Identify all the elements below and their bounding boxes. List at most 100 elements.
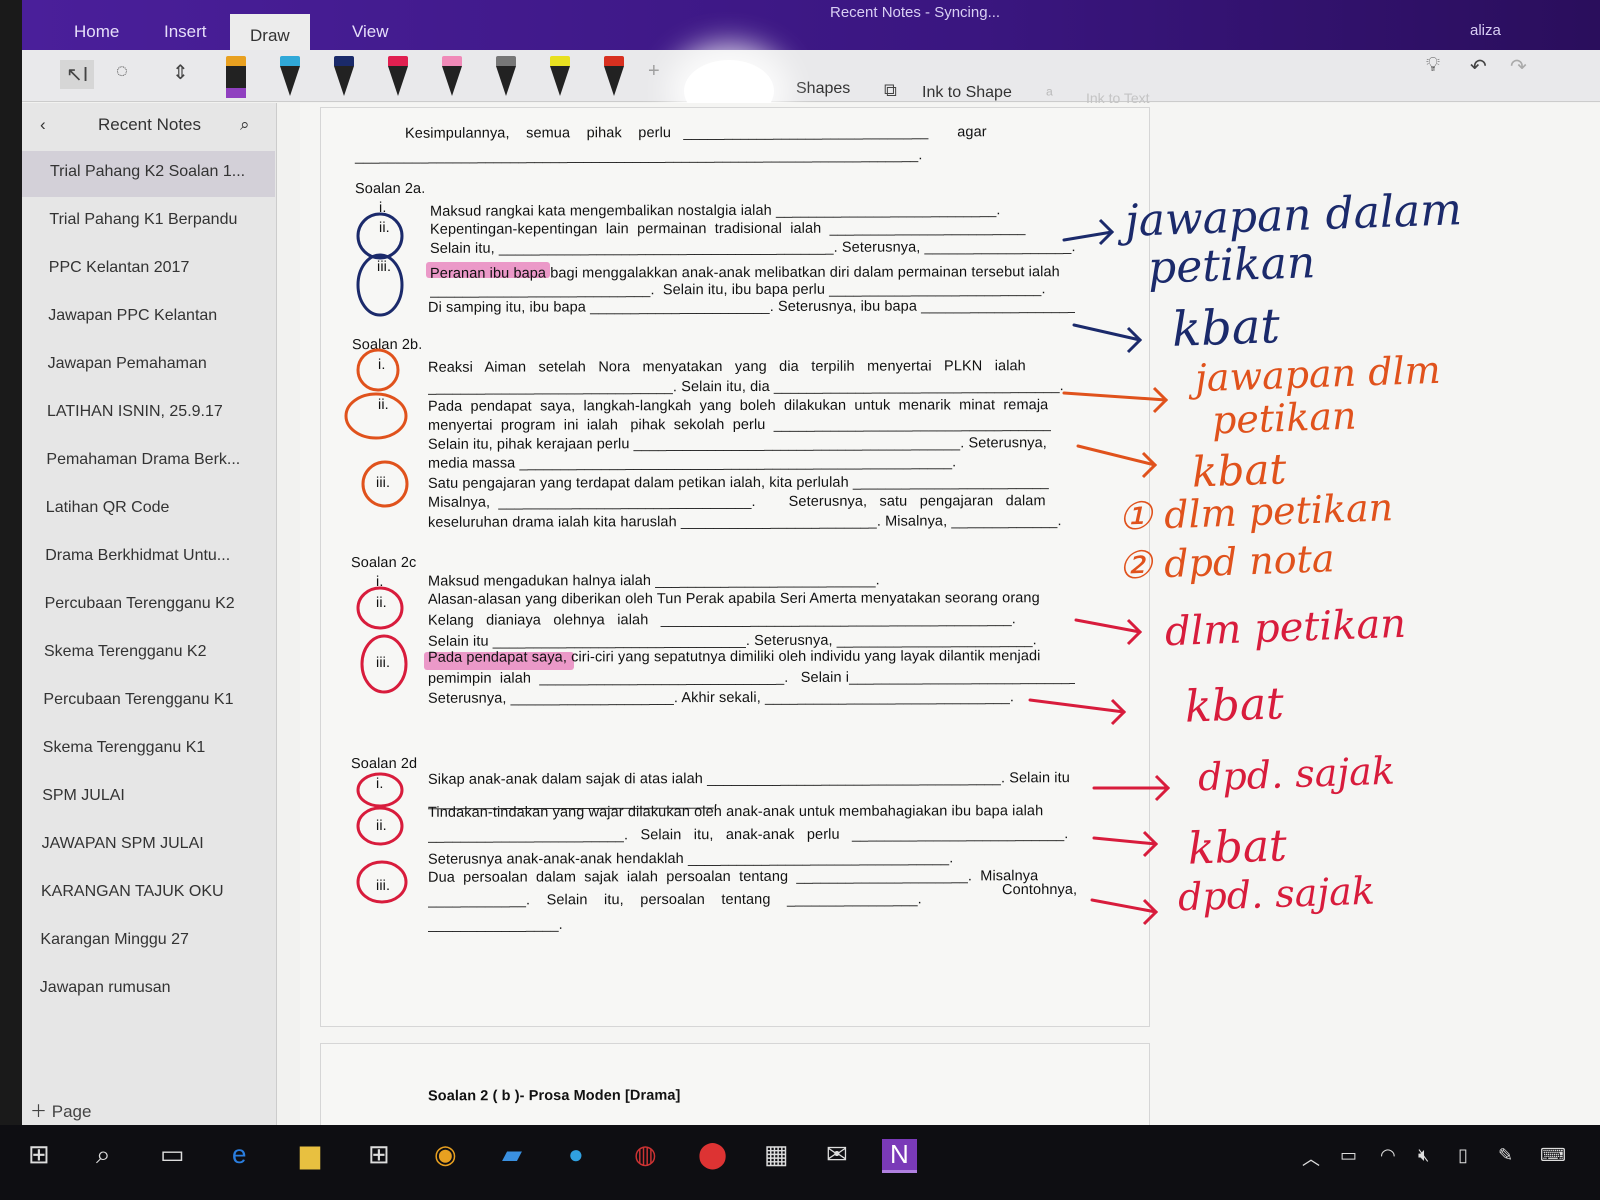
onenote-icon[interactable]: N — [882, 1139, 917, 1173]
pen-7[interactable] — [550, 56, 570, 100]
document-line: Pada pendapat saya, ciri-ciri yang sepat… — [427, 648, 1041, 666]
ink-to-shape-button[interactable]: Ink to Shape — [922, 84, 1012, 102]
app-grid-icon[interactable]: ▦ — [764, 1139, 789, 1170]
sidebar-page-item[interactable]: Jawapan PPC Kelantan — [22, 295, 275, 341]
section-heading: Soalan 2b. — [351, 336, 423, 354]
sidebar-page-item[interactable]: JAWAPAN SPM JULAI — [22, 823, 275, 869]
section-heading: Soalan 2c — [350, 554, 417, 572]
undo-icon[interactable]: ↶ — [1470, 54, 1487, 79]
download-icon[interactable]: ⬤ — [698, 1139, 727, 1170]
edge-icon[interactable]: e — [232, 1139, 246, 1170]
document-line: ___________________________. Selain itu,… — [429, 281, 1046, 299]
document-line: keseluruhan drama ialah kita haruslah __… — [427, 513, 1062, 531]
sidebar-page-item[interactable]: Pemahaman Drama Berk... — [22, 439, 275, 485]
app-icon[interactable]: ◍ — [634, 1139, 657, 1170]
sidebar-page-item[interactable]: Skema Terengganu K1 — [22, 727, 275, 773]
draw-toolbar: ↖I ◌ ⇕ + ○ Shapes ⧉ Ink to Shape ᵃ Ink t… — [22, 50, 1600, 106]
lightbulb-icon[interactable]: 💡︎ — [1426, 54, 1440, 77]
sidebar-page-item[interactable]: Drama Berkhidmat Untu... — [22, 535, 275, 581]
windows-taskbar: ⊞ ⌕ ▭ e ▆ ⊞ ◉ ▰ ● ◍ ⬤ ▦ ✉ N ︿ ▭ ◠ 🔇︎ ▯ ✎… — [0, 1125, 1600, 1200]
task-view-icon[interactable]: ▭ — [160, 1139, 185, 1170]
handwritten-note-blue: kbat — [1171, 298, 1281, 358]
document-line: Selain itu, ____________________________… — [429, 239, 1076, 257]
question-number: iii. — [376, 258, 392, 276]
sidebar-page-item[interactable]: SPM JULAI — [22, 775, 275, 821]
search-icon[interactable]: ⌕ — [96, 1139, 111, 1171]
sidebar-page-item[interactable]: PPC Kelantan 2017 — [22, 247, 275, 293]
handwritten-note-red: kbat — [1184, 678, 1285, 733]
document-line: ________________. — [427, 916, 563, 934]
tab-view[interactable]: View — [340, 18, 401, 46]
document-line: Satu pengajaran yang terdapat dalam peti… — [427, 474, 1049, 492]
document-line: Kepentingan-kepentingan lain permainan t… — [429, 220, 1026, 238]
document-line: Selain itu _____________________________… — [427, 632, 1037, 650]
search-icon[interactable]: ⌕ — [240, 115, 250, 135]
sidebar-page-item[interactable]: Karangan Minggu 27 — [22, 919, 275, 965]
document-line: Pada pendapat saya, langkah-langkah yang… — [427, 397, 1049, 415]
question-number: ii. — [377, 396, 389, 414]
usb-icon[interactable]: ▯ — [1458, 1145, 1468, 1166]
lasso-text-select-icon[interactable]: ↖I — [60, 60, 95, 89]
question-number: i. — [375, 775, 384, 793]
pen-2[interactable] — [280, 56, 300, 100]
store-icon[interactable]: ⊞ — [368, 1139, 390, 1170]
window-title: Recent Notes - Syncing... — [830, 4, 1001, 21]
wifi-icon[interactable]: ◠ — [1380, 1145, 1396, 1166]
sidebar-page-item[interactable]: KARANGAN TAJUK OKU — [22, 871, 275, 917]
keyboard-icon[interactable]: ⌨ — [1540, 1145, 1566, 1166]
document-line: Alasan-alasan yang diberikan oleh Tun Pe… — [427, 590, 1040, 608]
battery-icon[interactable]: ▭ — [1340, 1145, 1357, 1166]
ink-to-text-icon[interactable]: ᵃ — [1046, 84, 1053, 105]
user-name[interactable]: aliza — [1470, 22, 1501, 39]
sidebar-page-item[interactable]: Trial Pahang K2 Soalan 1... — [22, 151, 275, 197]
handwritten-note-orange: petikan — [1211, 393, 1358, 443]
remote-desktop-icon[interactable]: ▰ — [502, 1139, 522, 1170]
pen-3[interactable] — [334, 56, 354, 100]
mail-icon[interactable]: ✉ — [826, 1139, 848, 1170]
sidebar-page-item[interactable]: Percubaan Terengganu K1 — [22, 679, 275, 725]
add-page-label: Page — [51, 1102, 92, 1121]
document-line: Dua persoalan dalam sajak ialah persoala… — [427, 868, 1039, 886]
sidebar-page-item[interactable]: Percubaan Terengganu K2 — [22, 583, 275, 629]
chrome-icon[interactable]: ◉ — [434, 1139, 457, 1170]
pen-4[interactable] — [388, 56, 408, 100]
sidebar-page-item[interactable]: Skema Terengganu K2 — [22, 631, 275, 677]
sidebar-page-item[interactable]: LATIHAN ISNIN, 25.9.17 — [22, 391, 275, 437]
question-number: i. — [377, 356, 386, 374]
section-heading: Soalan 2a. — [354, 180, 426, 198]
sidebar-page-item[interactable]: Trial Pahang K1 Berpandu — [22, 199, 275, 245]
mute-icon[interactable]: 🔇︎ — [1418, 1145, 1429, 1166]
pen-icon[interactable]: ✎ — [1498, 1145, 1513, 1166]
start-icon[interactable]: ⊞ — [28, 1139, 50, 1170]
pen-1[interactable] — [226, 56, 246, 100]
document-line: Reaksi Aiman setelah Nora menyatakan yan… — [427, 358, 1026, 376]
tab-insert[interactable]: Insert — [152, 18, 219, 46]
file-explorer-icon[interactable]: ▆ — [300, 1139, 320, 1170]
section-heading: Soalan 2d — [350, 755, 418, 773]
shapes-button[interactable]: Shapes — [796, 80, 850, 98]
document-image-next — [320, 1043, 1150, 1130]
ink-to-shape-icon[interactable]: ⧉ — [884, 80, 897, 101]
add-pen-icon[interactable]: + — [648, 60, 660, 83]
pen-8[interactable] — [604, 56, 624, 100]
sidebar-page-item[interactable]: Latihan QR Code — [22, 487, 275, 533]
sidebar-page-item[interactable]: Jawapan rumusan — [22, 967, 275, 1013]
sidebar-page-item[interactable]: Jawapan Pemahaman — [22, 343, 275, 389]
document-line: menyertai program ini ialah pihak sekola… — [427, 416, 1052, 434]
insert-space-icon[interactable]: ⇕ — [172, 60, 189, 85]
chevron-up-icon[interactable]: ︿ — [1302, 1145, 1320, 1171]
document-line: Kesimpulannya, semua pihak perlu _______… — [404, 124, 987, 142]
question-number: i. — [378, 199, 387, 217]
handwritten-note-blue: petikan — [1147, 237, 1317, 294]
lasso-select-icon[interactable]: ◌ — [116, 60, 128, 83]
pen-6[interactable] — [496, 56, 516, 100]
document-line: Maksud rangkai kata mengembalikan nostal… — [429, 202, 1001, 220]
back-icon[interactable]: ‹ — [40, 115, 46, 135]
document-line: ____________. Selain itu, persoalan tent… — [427, 891, 922, 909]
redo-icon[interactable]: ↷ — [1510, 54, 1527, 79]
tab-home[interactable]: Home — [62, 18, 131, 46]
pen-5[interactable] — [442, 56, 462, 100]
add-page-button[interactable]: ＋ Page — [22, 1097, 91, 1122]
question-number: i. — [375, 573, 384, 591]
telegram-icon[interactable]: ● — [568, 1139, 584, 1170]
